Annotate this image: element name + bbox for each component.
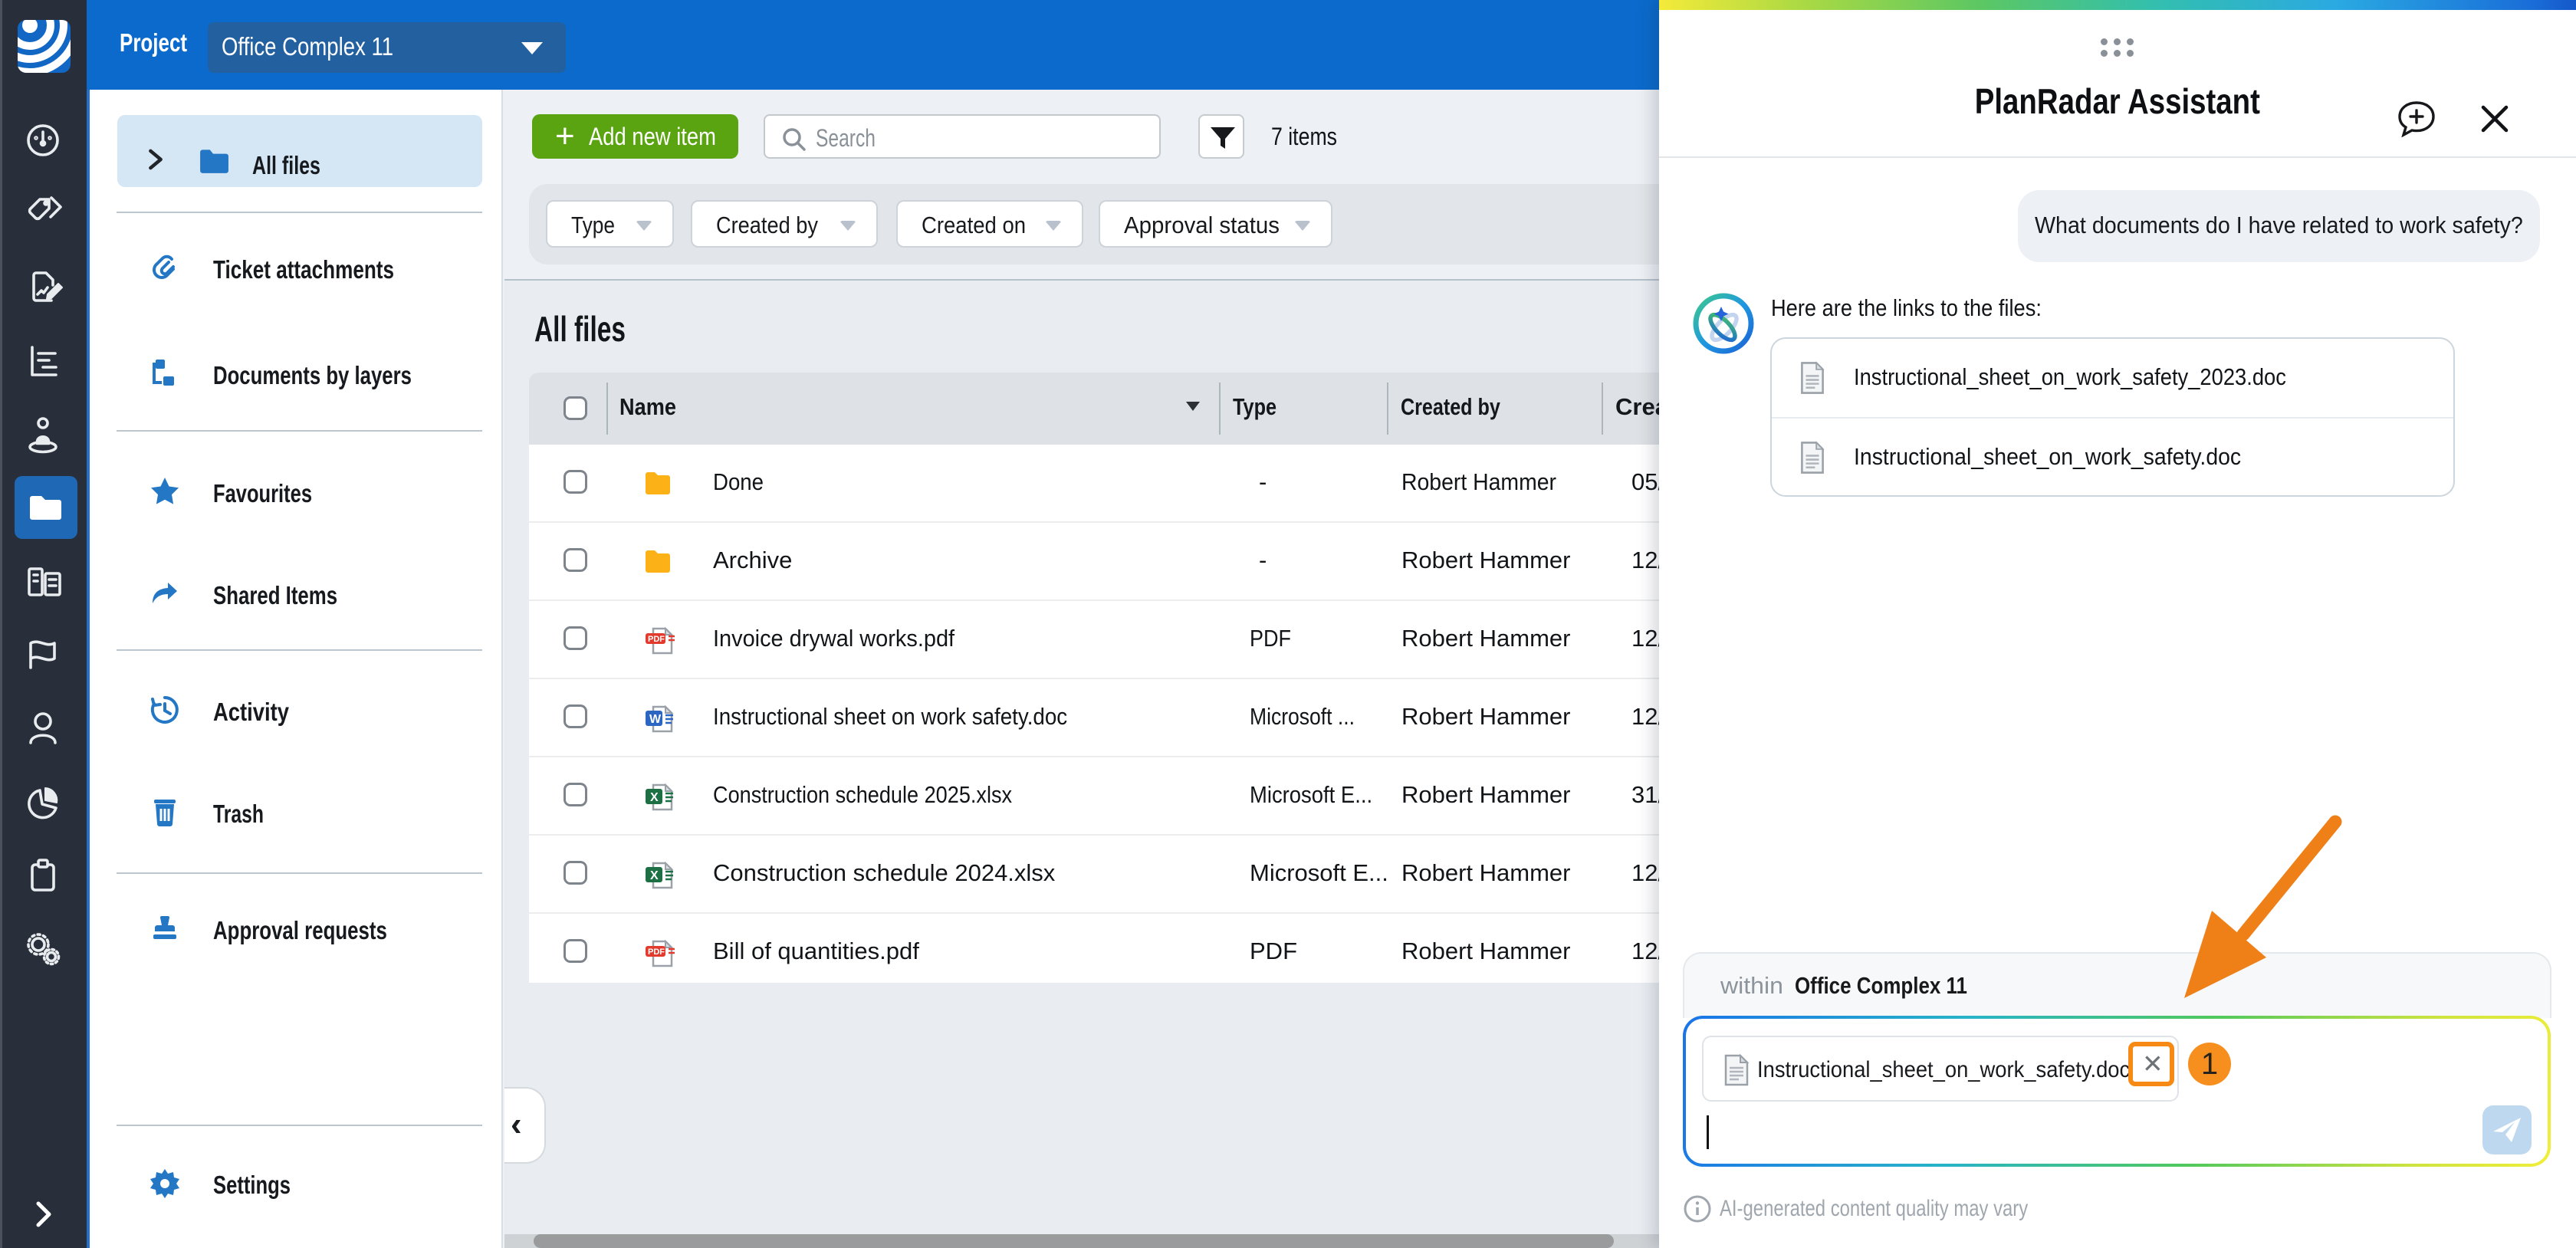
svg-text:X: X xyxy=(650,791,659,804)
svg-text:PDF: PDF xyxy=(648,947,665,957)
svg-text:W: W xyxy=(649,713,662,726)
svg-text:X: X xyxy=(650,869,659,882)
svg-text:PDF: PDF xyxy=(648,635,665,644)
